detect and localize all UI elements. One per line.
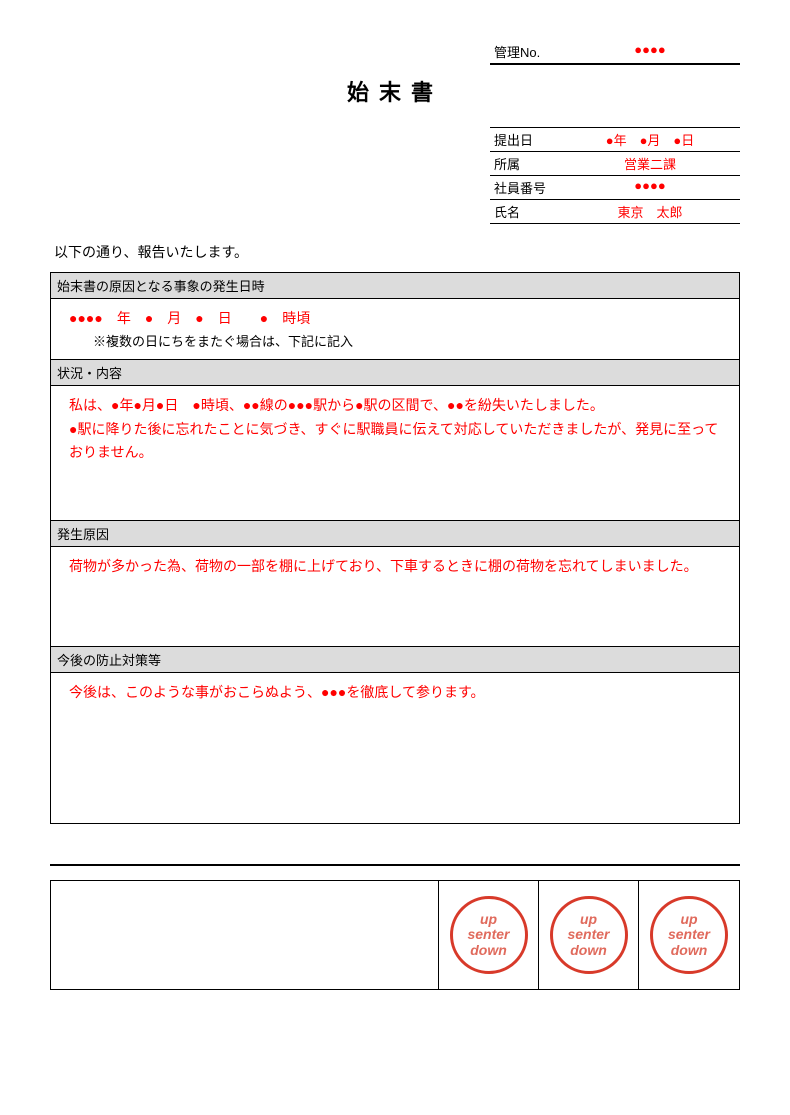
occurrence-date-line[interactable]: ●●●● 年 ● 月 ● 日 ● 時頃 [69, 307, 729, 331]
meta-label-dept: 所属 [494, 154, 564, 173]
prevent-p1[interactable]: 今後は、このような事がおこらぬよう、●●●を徹底して参ります。 [69, 681, 729, 705]
report-body: 始末書の原因となる事象の発生日時 ●●●● 年 ● 月 ● 日 ● 時頃 ※複数… [50, 272, 740, 824]
section-body-occurrence[interactable]: ●●●● 年 ● 月 ● 日 ● 時頃 ※複数の日にちをまたぐ場合は、下記に記入 [51, 299, 739, 360]
stamp-l2: senter [467, 927, 509, 942]
stamp-l3: down [671, 943, 708, 958]
section-body-cause[interactable]: 荷物が多かった為、荷物の一部を棚に上げており、下車するときに棚の荷物を忘れてしま… [51, 547, 739, 647]
meta-value-name[interactable]: 東京 太郎 [564, 202, 736, 221]
situation-p1[interactable]: 私は、●年●月●日 ●時頃、●●線の●●●駅から●駅の区間で、●●を紛失いたしま… [69, 394, 729, 418]
occurrence-note: ※複数の日にちをまたぐ場合は、下記に記入 [93, 331, 729, 353]
section-title-cause: 発生原因 [51, 521, 739, 547]
meta-value-empno[interactable]: ●●●● [564, 178, 736, 197]
submission-meta: 提出日 ●年 ●月 ●日 所属 営業二課 社員番号 ●●●● 氏名 東京 太郎 [490, 127, 740, 224]
stamp-cell-3[interactable]: up senter down [639, 881, 739, 989]
section-title-prevent: 今後の防止対策等 [51, 647, 739, 673]
stamp-icon: up senter down [550, 896, 628, 974]
stamp-l3: down [470, 943, 507, 958]
stamp-icon: up senter down [650, 896, 728, 974]
approval-empty [51, 881, 439, 989]
section-title-situation: 状況・内容 [51, 360, 739, 386]
stamp-l2: senter [567, 927, 609, 942]
meta-label-empno: 社員番号 [494, 178, 564, 197]
stamp-l1: up [580, 912, 597, 927]
approval-row: up senter down up senter down up senter … [50, 880, 740, 990]
intro-text: 以下の通り、報告いたします。 [54, 242, 736, 262]
cause-p1[interactable]: 荷物が多かった為、荷物の一部を棚に上げており、下車するときに棚の荷物を忘れてしま… [69, 555, 729, 579]
section-body-situation[interactable]: 私は、●年●月●日 ●時頃、●●線の●●●駅から●駅の区間で、●●を紛失いたしま… [51, 386, 739, 521]
stamp-cell-1[interactable]: up senter down [439, 881, 539, 989]
stamp-l1: up [680, 912, 697, 927]
meta-label-date: 提出日 [494, 130, 564, 149]
stamp-l3: down [570, 943, 607, 958]
management-number-value[interactable]: ●●●● [564, 42, 736, 61]
stamp-icon: up senter down [450, 896, 528, 974]
document-title: 始末書 [50, 75, 740, 107]
management-number-label: 管理No. [494, 42, 564, 61]
management-number-row: 管理No. ●●●● [490, 40, 740, 65]
section-body-prevent[interactable]: 今後は、このような事がおこらぬよう、●●●を徹底して参ります。 [51, 673, 739, 823]
separator-line [50, 864, 740, 866]
meta-value-dept[interactable]: 営業二課 [564, 154, 736, 173]
meta-value-date[interactable]: ●年 ●月 ●日 [564, 130, 736, 149]
stamp-cell-2[interactable]: up senter down [539, 881, 639, 989]
stamp-l1: up [480, 912, 497, 927]
situation-p2[interactable]: ●駅に降りた後に忘れたことに気づき、すぐに駅職員に伝えて対応していただきましたが… [69, 418, 729, 466]
meta-label-name: 氏名 [494, 202, 564, 221]
section-title-occurrence: 始末書の原因となる事象の発生日時 [51, 273, 739, 299]
stamp-l2: senter [668, 927, 710, 942]
